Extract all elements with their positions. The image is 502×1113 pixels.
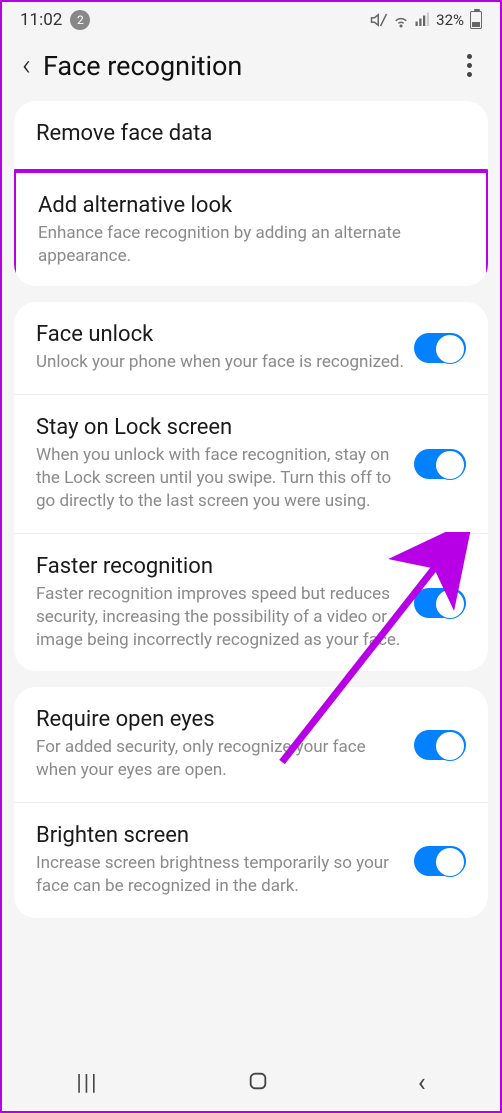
add-alternative-look-row[interactable]: Add alternative look Enhance face recogn… [14,169,488,286]
remove-face-title: Remove face data [36,121,456,146]
stay-lock-toggle[interactable] [414,449,466,479]
brighten-title: Brighten screen [36,823,404,848]
open-eyes-toggle[interactable] [414,730,466,760]
app-header: ‹ Face recognition [2,34,500,101]
status-icons: 32% [370,11,482,29]
wifi-icon [392,11,410,29]
alt-look-title: Add alternative look [38,193,454,218]
brighten-toggle[interactable] [414,846,466,876]
card-face-data: Remove face data Add alternative look En… [14,101,488,286]
brighten-desc: Increase screen brightness temporarily s… [36,852,404,898]
open-eyes-title: Require open eyes [36,707,404,732]
face-unlock-title: Face unlock [36,322,404,347]
battery-icon [470,11,482,29]
more-options-button[interactable] [460,54,484,77]
status-bar: 11:02 2 32% [2,2,500,34]
back-button[interactable]: ‹ [18,48,43,83]
battery-percent: 32% [436,11,464,29]
faster-desc: Faster recognition improves speed but re… [36,583,404,652]
mute-icon [370,11,388,29]
card-security-options: Require open eyes For added security, on… [14,687,488,918]
stay-lock-row[interactable]: Stay on Lock screen When you unlock with… [14,395,488,534]
open-eyes-desc: For added security, only recognize your … [36,736,404,782]
faster-toggle[interactable] [414,588,466,618]
page-title: Face recognition [43,50,460,82]
brighten-row[interactable]: Brighten screen Increase screen brightne… [14,803,488,918]
face-unlock-row[interactable]: Face unlock Unlock your phone when your … [14,302,488,395]
stay-lock-title: Stay on Lock screen [36,415,404,440]
card-unlock-options: Face unlock Unlock your phone when your … [14,302,488,672]
home-button[interactable] [247,1070,269,1096]
stay-lock-desc: When you unlock with face recognition, s… [36,444,404,513]
face-unlock-toggle[interactable] [414,333,466,363]
alt-look-desc: Enhance face recognition by adding an al… [38,222,454,268]
status-time: 11:02 [20,10,62,30]
faster-title: Faster recognition [36,554,404,579]
face-unlock-desc: Unlock your phone when your face is reco… [36,351,404,374]
faster-recognition-row[interactable]: Faster recognition Faster recognition im… [14,534,488,672]
open-eyes-row[interactable]: Require open eyes For added security, on… [14,687,488,803]
nav-back-button[interactable]: ‹ [418,1068,426,1098]
recents-button[interactable]: ||| [76,1071,98,1096]
signal-icon [414,11,432,29]
remove-face-data-row[interactable]: Remove face data [14,101,488,171]
navigation-bar: ||| ‹ [2,1055,500,1111]
notification-count-badge: 2 [70,10,90,30]
